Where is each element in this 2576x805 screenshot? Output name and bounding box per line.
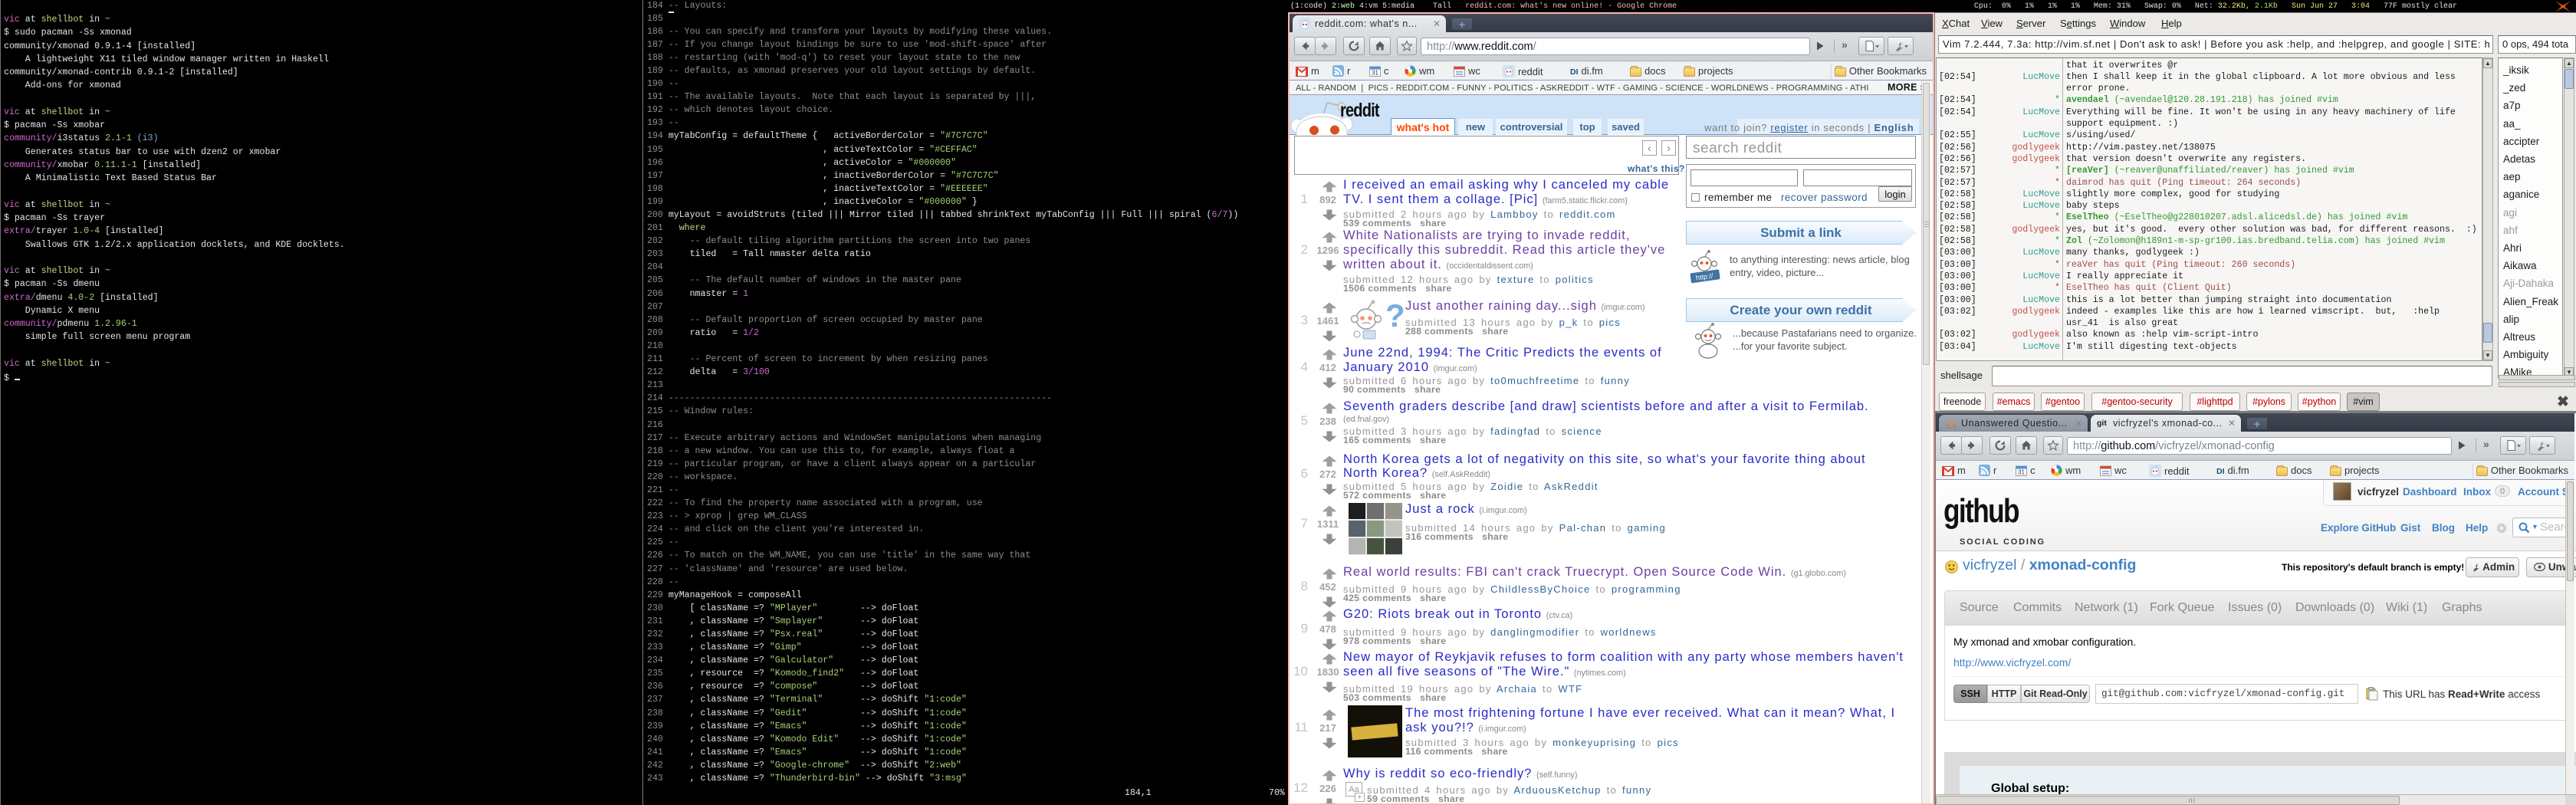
svg-text:31: 31: [2018, 468, 2025, 475]
svg-text:31: 31: [1372, 69, 1378, 76]
